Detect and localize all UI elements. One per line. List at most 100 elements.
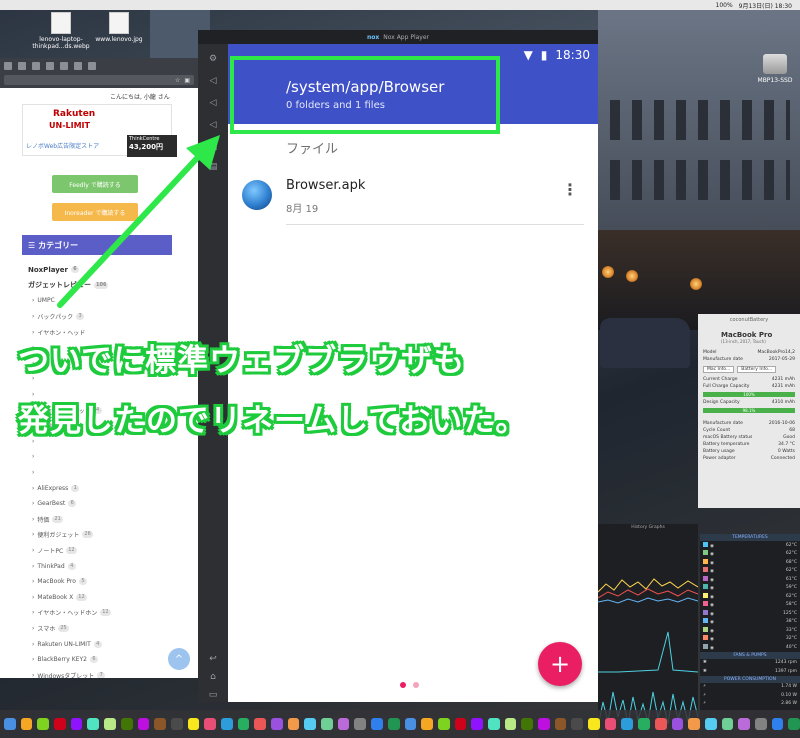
dock-app-icon[interactable] xyxy=(187,718,200,730)
add-fab-button[interactable]: + xyxy=(538,642,582,686)
tab-favicon[interactable] xyxy=(60,62,68,70)
dock-app-icon[interactable] xyxy=(771,718,784,730)
dock-app-icon[interactable] xyxy=(437,718,450,730)
dock-app-icon[interactable] xyxy=(621,718,634,730)
dock-app-icon[interactable] xyxy=(104,718,116,730)
category-item[interactable]: › BlackBerry KEY2 6 xyxy=(28,652,178,668)
series-swatch[interactable] xyxy=(703,584,708,590)
extension-icon[interactable]: ▣ xyxy=(184,77,190,84)
dock-app-icon[interactable] xyxy=(588,718,600,730)
category-item[interactable]: › MacBook Pro 5 xyxy=(28,574,178,590)
settings-icon[interactable]: ⚙ xyxy=(208,54,218,64)
dock-app-icon[interactable] xyxy=(37,718,50,730)
eye-icon[interactable]: ◉ xyxy=(710,552,714,557)
eye-icon[interactable]: ◉ xyxy=(710,637,714,642)
dock-app-icon[interactable] xyxy=(638,718,650,730)
dock-app-icon[interactable] xyxy=(704,718,717,730)
dock-app-icon[interactable] xyxy=(604,718,617,730)
dock-app-icon[interactable] xyxy=(321,718,333,730)
dock-app-icon[interactable] xyxy=(271,718,283,730)
series-swatch[interactable] xyxy=(703,575,708,581)
eye-icon[interactable]: ◉ xyxy=(710,612,714,617)
series-swatch[interactable] xyxy=(703,601,708,607)
tab-favicon[interactable] xyxy=(88,62,96,70)
dock-app-icon[interactable] xyxy=(220,718,233,730)
eye-icon[interactable]: ◉ xyxy=(710,569,714,574)
volume-mute-icon[interactable]: ◁ xyxy=(208,120,218,130)
dock-app-icon[interactable] xyxy=(571,718,584,730)
dock-app-icon[interactable] xyxy=(538,718,550,730)
category-item[interactable]: › バックパック 3 xyxy=(28,309,178,325)
series-swatch[interactable] xyxy=(703,592,708,598)
dock-app-icon[interactable] xyxy=(20,718,33,730)
menubar-battery[interactable]: 100% xyxy=(716,2,733,9)
category-item[interactable]: › xyxy=(28,465,178,481)
category-item[interactable]: › GearBest 6 xyxy=(28,496,178,512)
dock-app-icon[interactable] xyxy=(237,718,250,730)
dock-app-icon[interactable] xyxy=(337,718,350,730)
series-swatch[interactable] xyxy=(703,567,708,573)
category-item[interactable]: › Rakuten UN-LIMIT 4 xyxy=(28,636,178,652)
star-icon[interactable]: ☆ xyxy=(175,77,180,84)
dock-app-icon[interactable] xyxy=(204,718,216,730)
category-item[interactable]: › ノートPC 12 xyxy=(28,543,178,559)
address-bar[interactable]: ☆ ▣ xyxy=(4,75,194,85)
page-dot[interactable] xyxy=(413,682,419,688)
eye-icon[interactable]: ◉ xyxy=(710,646,714,651)
series-swatch[interactable] xyxy=(703,541,708,547)
category-item[interactable]: › MateBook X 12 xyxy=(28,589,178,605)
dock-app-icon[interactable] xyxy=(738,718,750,730)
eye-icon[interactable]: ◉ xyxy=(710,544,714,549)
dock-app-icon[interactable] xyxy=(471,718,483,730)
mac-info-button[interactable]: Mac Info... xyxy=(703,366,735,373)
tab-favicon[interactable] xyxy=(46,62,54,70)
eye-icon[interactable]: ◉ xyxy=(710,561,714,566)
series-swatch[interactable] xyxy=(703,558,708,564)
desktop-drive[interactable]: MBP13-SSD xyxy=(755,54,795,84)
dock-app-icon[interactable] xyxy=(404,718,417,730)
dock-app-icon[interactable] xyxy=(721,718,734,730)
dock-app-icon[interactable] xyxy=(154,718,166,730)
dock-app-icon[interactable] xyxy=(521,718,533,730)
category-item[interactable]: › 特価 21 xyxy=(28,512,178,528)
tab-favicon[interactable] xyxy=(4,62,12,70)
dock-app-icon[interactable] xyxy=(654,718,667,730)
scroll-to-top-button[interactable]: ^ xyxy=(168,648,190,670)
eye-icon[interactable]: ◉ xyxy=(710,603,714,608)
dock-app-icon[interactable] xyxy=(304,718,317,730)
eye-icon[interactable]: ◉ xyxy=(710,586,714,591)
nox-titlebar[interactable]: nox Nox App Player xyxy=(198,30,598,44)
eye-icon[interactable]: ◉ xyxy=(710,578,714,583)
battery-info-button[interactable]: Battery Info... xyxy=(737,366,777,373)
dock-app-icon[interactable] xyxy=(4,718,16,730)
page-dot-active[interactable] xyxy=(400,682,406,688)
dock-app-icon[interactable] xyxy=(387,718,400,730)
dock-app-icon[interactable] xyxy=(120,718,133,730)
dock-app-icon[interactable] xyxy=(421,718,433,730)
category-item[interactable]: › Windowsタブレット 7 xyxy=(28,667,178,678)
tab-favicon[interactable] xyxy=(18,62,26,70)
category-item[interactable]: › スマホ 25 xyxy=(28,621,178,637)
volume-down-icon[interactable]: ◁ xyxy=(208,98,218,108)
dock-app-icon[interactable] xyxy=(87,718,100,730)
dock-app-icon[interactable] xyxy=(371,718,383,730)
series-swatch[interactable] xyxy=(703,550,708,556)
eye-icon[interactable]: ◉ xyxy=(710,629,714,634)
dock-app-icon[interactable] xyxy=(671,718,684,730)
series-swatch[interactable] xyxy=(703,609,708,615)
dock-app-icon[interactable] xyxy=(454,718,467,730)
eye-icon[interactable]: ◉ xyxy=(710,595,714,600)
file-list-item[interactable]: Browser.apk 8月 19 ⋮ xyxy=(228,174,598,230)
back-icon[interactable]: ↩ xyxy=(208,654,218,664)
dock-app-icon[interactable] xyxy=(788,718,800,730)
tab-favicon[interactable] xyxy=(74,62,82,70)
series-swatch[interactable] xyxy=(703,643,708,649)
dock-app-icon[interactable] xyxy=(287,718,300,730)
tab-favicon[interactable] xyxy=(32,62,40,70)
dock-app-icon[interactable] xyxy=(254,718,266,730)
category-item[interactable]: › 便利ガジェット 26 xyxy=(28,527,178,543)
dock-app-icon[interactable] xyxy=(554,718,567,730)
series-swatch[interactable] xyxy=(703,626,708,632)
series-swatch[interactable] xyxy=(703,635,708,641)
dock-app-icon[interactable] xyxy=(487,718,500,730)
